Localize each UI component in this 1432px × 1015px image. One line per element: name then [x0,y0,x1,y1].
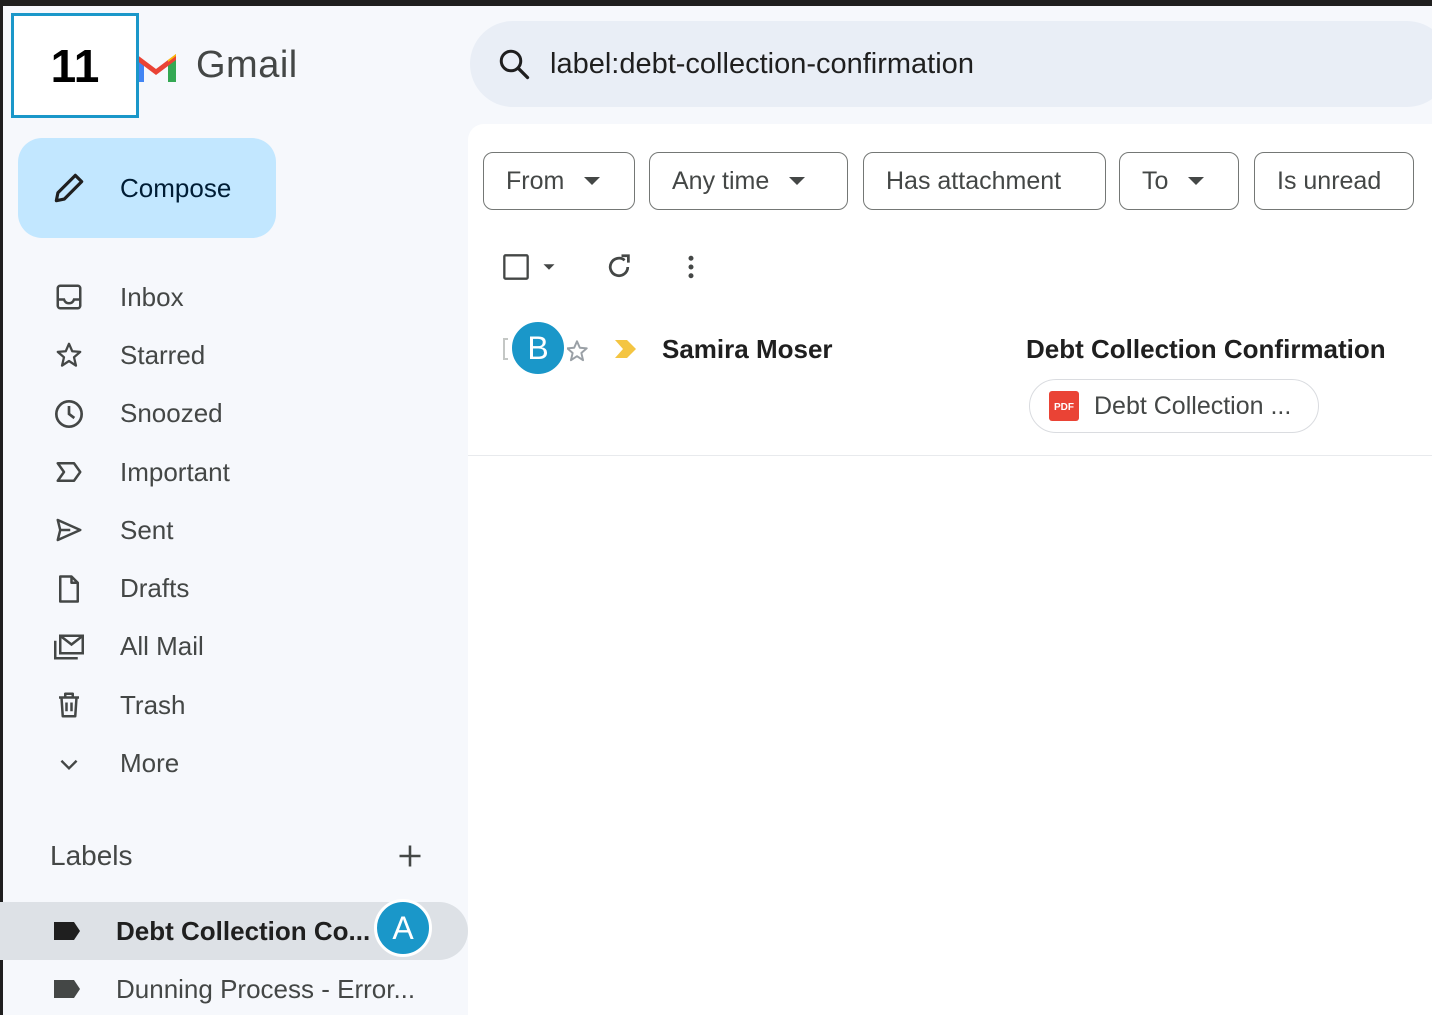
draft-icon [50,570,88,608]
sidebar-item-label: Drafts [120,573,190,604]
search-icon[interactable] [496,46,532,82]
sidebar-item-label: Trash [120,689,186,720]
filter-to[interactable]: To [1119,152,1239,210]
step-number-badge: 11 [11,13,139,118]
filter-label: Has attachment [886,166,1062,195]
filter-is-unread[interactable]: Is unread [1254,152,1414,210]
sidebar-item-important[interactable]: Important [0,443,468,501]
filter-from[interactable]: From [483,152,635,210]
add-label-icon[interactable] [396,842,424,870]
mail-list-panel: From Any time Has attachment To Is unrea… [468,124,1432,1015]
label-tag-icon [54,980,80,998]
filter-label: Is unread [1277,166,1382,195]
important-icon [50,453,88,491]
inbox-icon [50,278,88,316]
sidebar-item-label: Starred [120,339,206,370]
sidebar-item-inbox[interactable]: Inbox [0,268,468,326]
more-options-icon[interactable] [676,252,706,282]
gmail-m-icon [136,53,176,82]
sidebar-item-sent[interactable]: Sent [0,501,468,559]
pdf-icon: PDF [1049,391,1079,421]
sidebar-item-snoozed[interactable]: Snoozed [0,385,468,443]
search-query[interactable]: label:debt-collection-confirmation [550,48,974,81]
all-mail-icon [50,628,88,666]
filter-label: Any time [672,166,770,195]
sidebar-item-drafts[interactable]: Drafts [0,559,468,617]
sidebar-item-label: More [120,748,180,779]
sidebar-item-label: Important [120,456,230,487]
filter-label: To [1142,166,1169,195]
chevron-down-icon [50,745,88,783]
marker-a: A [374,899,432,957]
email-sender: Samira Moser [662,334,833,364]
label-item-dunning-process[interactable]: Dunning Process - Error... [0,960,468,1015]
sidebar-item-label: Sent [120,514,174,545]
select-dropdown-icon[interactable] [538,256,560,278]
sidebar-item-label: Snoozed [120,398,223,429]
sidebar-nav: Inbox Starred Snoozed Important Sent Dra… [0,268,468,793]
sidebar-item-label: All Mail [120,631,204,662]
clock-icon [50,395,88,433]
label-tag-icon [54,922,80,940]
email-subject: Debt Collection Confirmation [1026,334,1386,364]
label-item-label: Debt Collection Co... [116,915,371,946]
attachment-name: Debt Collection ... [1094,391,1292,420]
marker-b: B [509,319,567,377]
email-row[interactable]: Samira Moser Debt Collection Confirmatio… [468,312,1432,456]
filter-label: From [506,166,565,195]
labels-title: Labels [50,840,133,871]
refresh-icon[interactable] [604,252,634,282]
star-icon[interactable] [564,338,590,364]
select-all-checkbox[interactable] [502,253,530,281]
filter-has-attachment[interactable]: Has attachment [863,152,1106,210]
label-item-label: Dunning Process - Error... [116,973,416,1004]
important-marker-icon[interactable] [612,337,640,361]
caret-down-icon [584,177,601,185]
trash-icon [50,686,88,724]
sidebar-item-trash[interactable]: Trash [0,676,468,734]
compose-button[interactable]: Compose [18,138,276,238]
compose-label: Compose [120,172,232,203]
caret-down-icon [1188,177,1205,185]
sidebar-item-starred[interactable]: Starred [0,326,468,384]
search-bar[interactable]: label:debt-collection-confirmation [470,21,1432,107]
labels-header: Labels [50,840,424,872]
gmail-wordmark: Gmail [196,44,298,86]
pencil-icon [54,173,84,203]
pdf-icon-text: PDF [1054,402,1074,413]
star-icon [50,336,88,374]
caret-down-icon [789,177,806,185]
list-toolbar [502,252,706,282]
gmail-logo[interactable]: Gmail [134,44,298,87]
filter-any-time[interactable]: Any time [649,152,848,210]
sidebar-item-label: Inbox [120,281,184,312]
attachment-chip[interactable]: PDF Debt Collection ... [1029,379,1319,433]
sidebar-item-more[interactable]: More [0,734,468,792]
sidebar-item-all-mail[interactable]: All Mail [0,618,468,676]
send-icon [50,511,88,549]
